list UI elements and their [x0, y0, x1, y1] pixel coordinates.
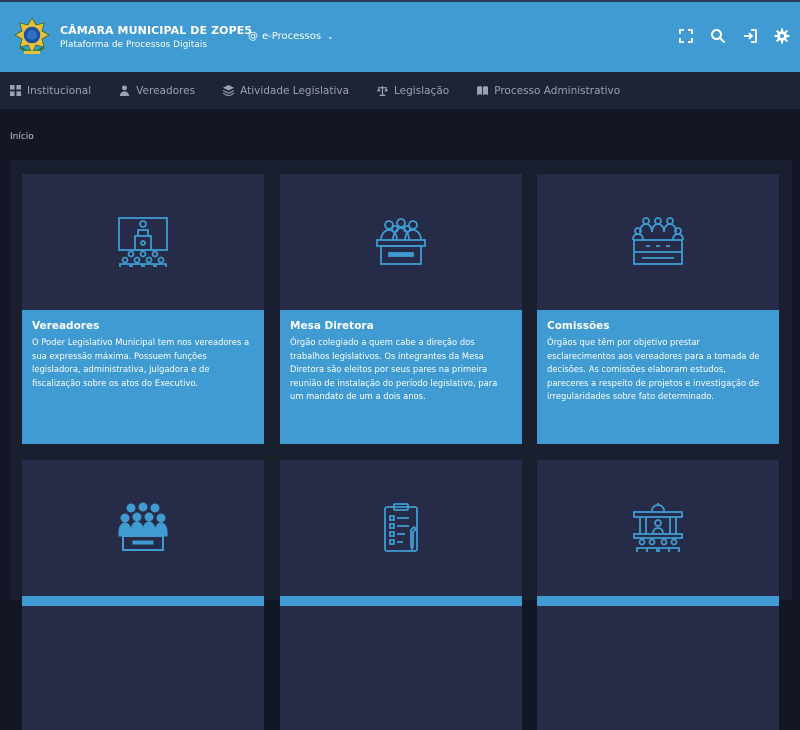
- card-icon-area: [22, 174, 264, 310]
- card-vereadores[interactable]: Vereadores O Poder Legislativo Municipal…: [22, 174, 264, 444]
- nav-item-atividade-legislativa[interactable]: Atividade Legislativa: [223, 85, 349, 97]
- chamber-icon: [633, 503, 683, 552]
- card-body: Comissões Órgãos que têm por objetivo pr…: [537, 310, 779, 444]
- scales-icon: [377, 85, 389, 96]
- card-description: O Poder Legislativo Municipal tem nos ve…: [32, 337, 250, 388]
- card-body: [22, 596, 264, 606]
- card-description: Órgão colegiado a quem cabe a direção do…: [290, 337, 498, 402]
- coat-of-arms-logo[interactable]: [14, 17, 50, 57]
- card-body: [537, 596, 779, 606]
- cards-panel: Vereadores O Poder Legislativo Municipal…: [10, 160, 792, 730]
- card-mesa-diretora[interactable]: Mesa Diretora Órgão colegiado a quem cab…: [280, 174, 522, 444]
- fullscreen-icon[interactable]: [678, 28, 694, 44]
- card-title: Comissões: [547, 320, 610, 332]
- committee-icon: [632, 217, 684, 265]
- card-icon-area: [537, 460, 779, 596]
- nav-label: Institucional: [27, 84, 92, 97]
- nav-label: Legislação: [394, 84, 450, 97]
- board-icon: [376, 218, 426, 265]
- gear-icon[interactable]: [774, 28, 790, 44]
- nav-item-institucional[interactable]: Institucional: [10, 85, 91, 97]
- nav-label: Processo Administrativo: [494, 84, 621, 97]
- card-processos[interactable]: [280, 460, 522, 730]
- module-dropdown[interactable]: @ e-Processos ⌄: [248, 31, 334, 42]
- nav-item-vereadores[interactable]: Vereadores: [119, 85, 195, 97]
- card-comissoes[interactable]: Comissões Órgãos que têm por objetivo pr…: [537, 174, 779, 444]
- nav-label: Atividade Legislativa: [240, 84, 350, 97]
- app-header: CÂMARA MUNICIPAL DE ZOPE5 Plataforma de …: [0, 0, 800, 72]
- search-icon[interactable]: [710, 28, 726, 44]
- card-icon-area: [280, 460, 522, 596]
- nav-label: Vereadores: [136, 84, 196, 97]
- card-body: [280, 596, 522, 606]
- podium-icon: [118, 217, 168, 267]
- card-icon-area: [280, 174, 522, 310]
- grid-icon: [10, 85, 21, 96]
- card-body: Mesa Diretora Órgão colegiado a quem cab…: [280, 310, 522, 444]
- user-icon: [120, 85, 130, 96]
- card-title: Vereadores: [32, 320, 100, 332]
- card-icon-area: [537, 174, 779, 310]
- module-label: e-Processos: [262, 31, 322, 42]
- nav-item-legislacao[interactable]: Legislação: [377, 85, 449, 97]
- card-description: Órgãos que têm por objetivo prestar escl…: [547, 337, 760, 402]
- nav-item-processo-administrativo[interactable]: Processo Administrativo: [477, 85, 620, 97]
- breadcrumb[interactable]: Início: [10, 132, 34, 142]
- main-nav: Institucional Vereadores Atividade Legis…: [0, 72, 800, 109]
- layers-icon: [223, 85, 235, 96]
- clipboard-icon: [384, 503, 418, 552]
- book-icon: [477, 86, 489, 96]
- card-title: Mesa Diretora: [290, 320, 374, 332]
- app-subtitle: Plataforma de Processos Digitais: [60, 40, 208, 50]
- chevron-down-icon: ⌄: [327, 32, 334, 41]
- card-camara[interactable]: [537, 460, 779, 730]
- card-plenario[interactable]: [22, 460, 264, 730]
- card-body: Vereadores O Poder Legislativo Municipal…: [22, 310, 264, 444]
- app-title[interactable]: CÂMARA MUNICIPAL DE ZOPE5: [60, 24, 252, 37]
- login-icon[interactable]: [742, 28, 758, 44]
- plenary-icon: [118, 502, 168, 551]
- at-sign-icon: @: [248, 31, 258, 42]
- card-icon-area: [22, 460, 264, 596]
